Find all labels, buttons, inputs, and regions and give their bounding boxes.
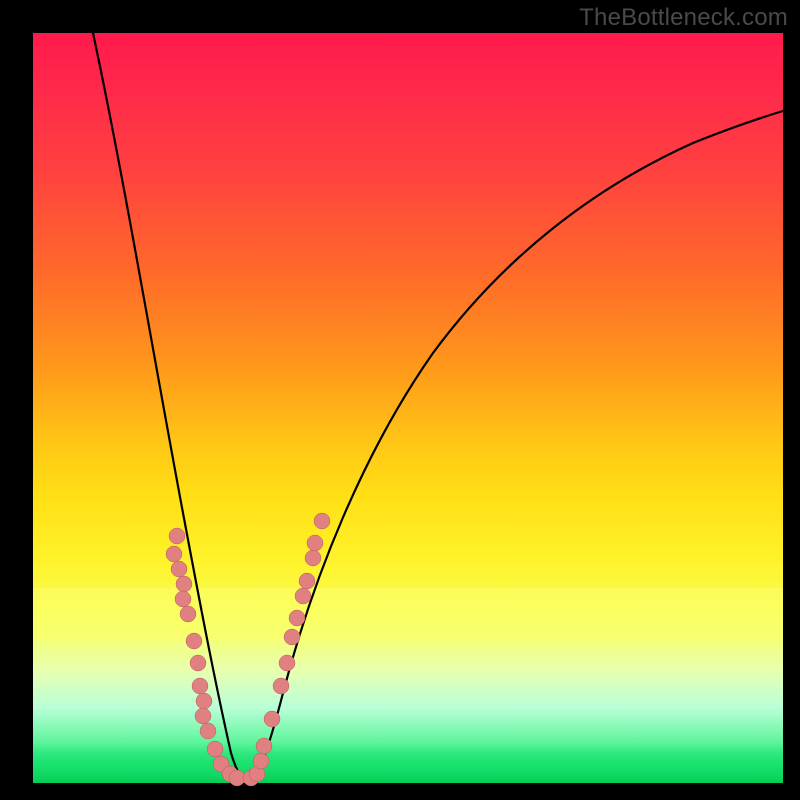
watermark-text: TheBottleneck.com	[579, 4, 788, 32]
plot-area	[33, 33, 783, 783]
dots-right-branch	[243, 513, 330, 786]
dots-left-branch	[166, 528, 245, 786]
curve-layer	[33, 33, 783, 783]
chart-frame: TheBottleneck.com	[0, 0, 800, 800]
